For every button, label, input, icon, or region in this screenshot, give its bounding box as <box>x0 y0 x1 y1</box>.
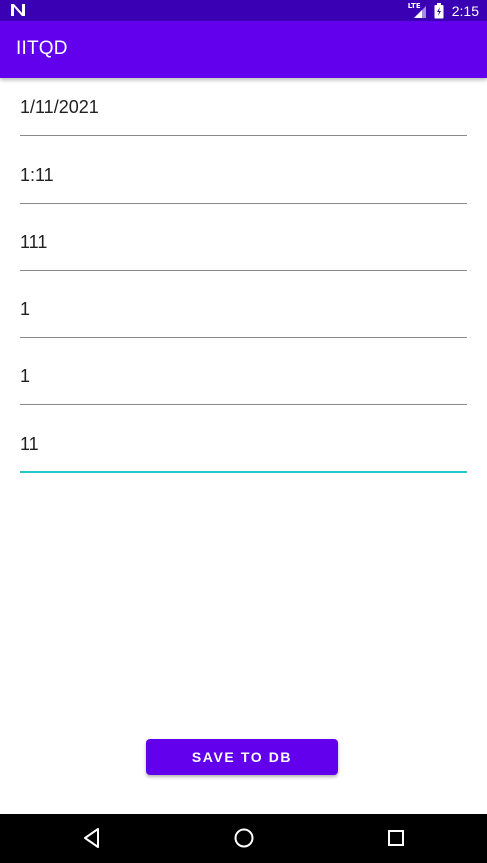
battery-icon <box>434 2 444 18</box>
text-field-6[interactable]: 11 <box>20 433 467 473</box>
recents-icon[interactable] <box>384 826 408 850</box>
date-field-value: 1/11/2021 <box>20 97 99 117</box>
field-underline <box>20 203 467 204</box>
field-underline-focused <box>20 471 467 473</box>
text-field-4-value: 1 <box>20 299 31 319</box>
app-title: IITQD <box>16 38 68 59</box>
field-underline <box>20 404 467 405</box>
save-to-db-button[interactable]: SAVE TO DB <box>146 739 338 775</box>
text-field-3-value: 111 <box>20 232 48 252</box>
field-underline <box>20 270 467 271</box>
app-screen: LTE 2:15 IITQD 1/11/2021 1:11 111 1 1 11… <box>0 0 487 863</box>
status-time: 2:15 <box>451 2 479 19</box>
text-field-3[interactable]: 111 <box>20 231 467 271</box>
status-bar: LTE 2:15 <box>0 0 487 21</box>
text-field-6-value: 11 <box>20 434 39 454</box>
status-icons: LTE 2:15 <box>408 0 479 21</box>
text-field-5[interactable]: 1 <box>20 365 467 405</box>
field-underline <box>20 337 467 338</box>
time-field[interactable]: 1:11 <box>20 164 467 204</box>
text-field-5-value: 1 <box>20 366 31 386</box>
field-underline <box>20 135 467 136</box>
app-bar: IITQD <box>0 21 487 78</box>
home-icon[interactable] <box>232 826 256 850</box>
navigation-bar <box>0 814 487 863</box>
date-field[interactable]: 1/11/2021 <box>20 96 467 136</box>
back-icon[interactable] <box>80 826 104 850</box>
text-field-4[interactable]: 1 <box>20 298 467 338</box>
notification-n-icon <box>11 4 25 16</box>
time-field-value: 1:11 <box>20 165 54 185</box>
signal-icon: LTE <box>408 2 428 19</box>
